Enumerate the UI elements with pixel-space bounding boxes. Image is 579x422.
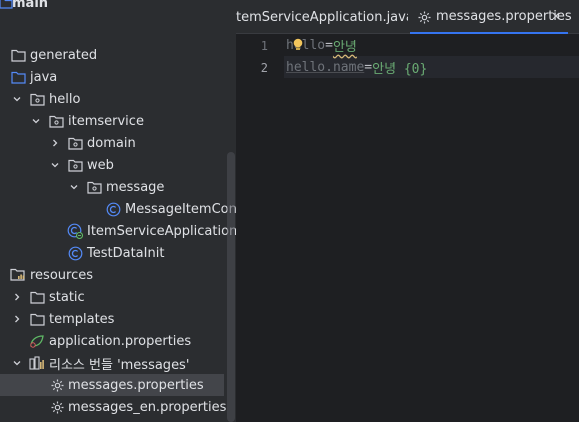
tree-item-itemserviceapplication[interactable]: ItemServiceApplication <box>0 220 236 242</box>
tree-item-label: web <box>87 157 114 173</box>
tree-item-testdatainit[interactable]: TestDataInit <box>0 242 236 264</box>
tree-item-label: resources <box>30 267 94 283</box>
chevron-down-icon[interactable] <box>11 93 23 105</box>
tree-item-application-properties[interactable]: application.properties <box>0 330 236 352</box>
folder-icon <box>29 311 45 327</box>
tree-item-label: TestDataInit <box>87 245 165 261</box>
tree-item-label: main <box>12 0 49 11</box>
code-line-2: hello.name = 안녕 {0} <box>286 56 427 78</box>
tree-item-messages-en-properties[interactable]: messages_en.properties <box>0 396 236 418</box>
chevron-down-icon[interactable] <box>30 115 42 127</box>
tree-item-label: messages_en.properties <box>68 399 227 415</box>
property-value: 안녕 {0} <box>372 61 428 77</box>
code-editor[interactable]: hello = 안녕 hello.name = 안녕 {0} <box>284 34 579 422</box>
tab-label: temServiceApplication.java <box>236 9 408 25</box>
tree-item-messageitemcontroller[interactable]: MessageItemCont <box>0 198 236 220</box>
tree-item-hello[interactable]: hello <box>0 88 236 110</box>
lightbulb-icon[interactable] <box>292 38 304 56</box>
folder-icon <box>29 289 45 305</box>
tree-item-label: MessageItemCont <box>125 201 236 217</box>
chevron-down-icon[interactable] <box>68 181 80 193</box>
tree-item-label: ItemServiceApplication <box>87 223 236 239</box>
spring-class-icon <box>67 223 83 239</box>
tree-item-generated[interactable]: generated <box>0 44 236 66</box>
class-icon <box>67 245 83 261</box>
package-icon <box>67 135 83 151</box>
tree-item-label: itemservice <box>68 113 144 129</box>
tree-item-resources[interactable]: resources <box>0 264 236 286</box>
class-icon <box>105 201 121 217</box>
tree-item-resource-bundle[interactable]: 리소스 번들 'messages' <box>0 352 236 374</box>
package-icon <box>29 91 45 107</box>
chevron-right-icon[interactable] <box>11 313 23 325</box>
gear-icon <box>49 377 65 393</box>
gear-icon <box>49 399 65 415</box>
editor-tab-bar: temServiceApplication.java messages.prop… <box>236 0 579 34</box>
spring-properties-icon <box>29 333 45 349</box>
line-number-gutter: 1 2 <box>236 34 284 422</box>
tree-item-messages-properties[interactable]: messages.properties <box>0 374 224 396</box>
tree-item-label: 리소스 번들 'messages' <box>49 357 190 373</box>
tree-item-message[interactable]: message <box>0 176 236 198</box>
tree-item-web[interactable]: web <box>0 154 236 176</box>
chevron-right-icon[interactable] <box>11 291 23 303</box>
source-folder-icon <box>10 69 26 85</box>
tree-item-label: templates <box>49 311 115 327</box>
tab-messages-properties[interactable]: messages.properties <box>410 0 572 34</box>
property-key: hello.name <box>286 59 365 75</box>
chevron-down-icon[interactable] <box>49 159 61 171</box>
chevron-right-icon[interactable] <box>49 137 61 149</box>
package-icon <box>48 113 64 129</box>
folder-icon <box>10 47 26 63</box>
tree-item-label: application.properties <box>49 333 192 349</box>
tree-item-label: java <box>30 69 58 85</box>
property-value: 안녕 <box>332 39 357 55</box>
tree-item-templates[interactable]: templates <box>0 308 236 330</box>
gear-icon <box>416 9 432 25</box>
package-icon <box>67 157 83 173</box>
line-number: 1 <box>260 39 268 53</box>
tree-item-label: domain <box>87 135 136 151</box>
tree-item-label: message <box>106 179 165 195</box>
tree-scrollbar[interactable] <box>227 152 235 422</box>
resource-bundle-icon <box>29 355 45 371</box>
property-separator: = <box>364 59 373 75</box>
line-number: 2 <box>260 61 268 75</box>
tree-item-itemservice[interactable]: itemservice <box>0 110 236 132</box>
property-separator: = <box>325 37 333 53</box>
tree-item-domain[interactable]: domain <box>0 132 236 154</box>
close-icon[interactable] <box>550 10 562 22</box>
tree-item-label: hello <box>49 91 81 107</box>
tab-itemserviceapplication[interactable]: temServiceApplication.java <box>236 0 408 34</box>
tree-item-label: messages.properties <box>68 377 204 393</box>
resources-folder-icon <box>10 267 26 283</box>
tree-item-static[interactable]: static <box>0 286 236 308</box>
tree-item-label: static <box>49 289 85 305</box>
tree-item-java[interactable]: java <box>0 66 236 88</box>
tree-item-main[interactable]: main <box>0 0 236 14</box>
project-tree: main generated java hello itemservice do… <box>0 0 236 422</box>
tree-item-label: generated <box>30 47 98 63</box>
package-icon <box>86 179 102 195</box>
chevron-down-icon[interactable] <box>11 357 23 369</box>
